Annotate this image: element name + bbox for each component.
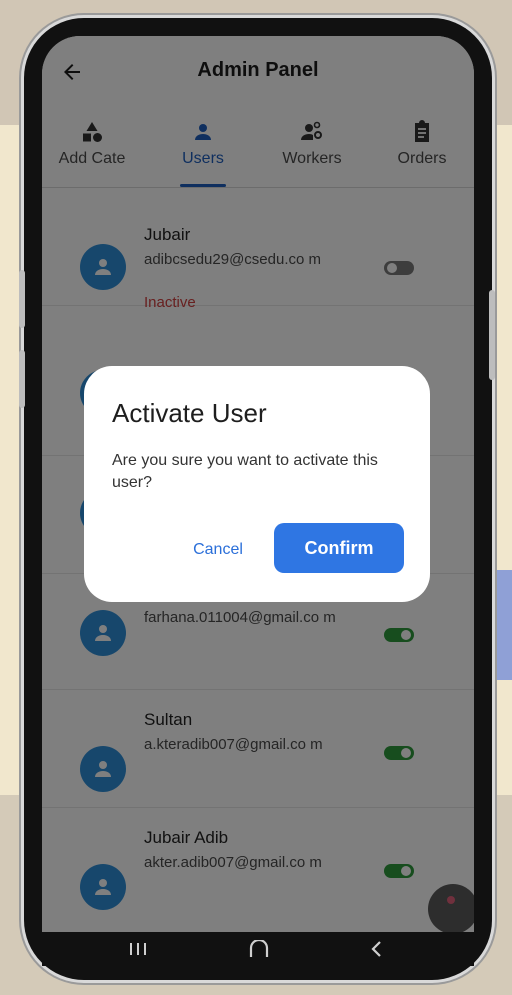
- cancel-button[interactable]: Cancel: [182, 534, 254, 566]
- phone-volume-button: [19, 350, 25, 408]
- phone-power-button: [489, 290, 495, 380]
- app-screen: Admin Panel Add Cate Users Workers Order…: [42, 36, 474, 932]
- recents-icon[interactable]: [127, 942, 149, 956]
- phone-volume-button: [19, 270, 25, 328]
- confirm-button[interactable]: Confirm: [274, 523, 404, 573]
- home-icon[interactable]: [248, 940, 270, 958]
- activate-user-dialog: Activate User Are you sure you want to a…: [84, 366, 430, 602]
- dialog-message: Are you sure you want to activate this u…: [112, 452, 378, 491]
- dialog-title: Activate User: [112, 398, 267, 428]
- back-icon[interactable]: [367, 940, 387, 958]
- system-nav-bar: [42, 932, 474, 966]
